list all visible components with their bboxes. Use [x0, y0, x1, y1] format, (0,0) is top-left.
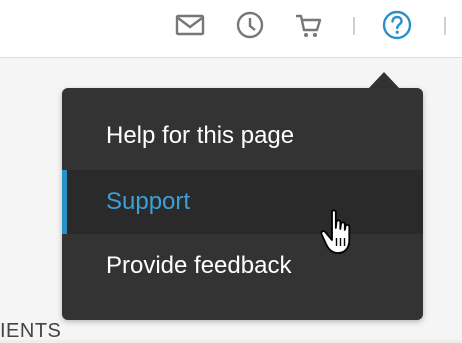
menu-item-label: Support — [106, 188, 191, 215]
menu-item-provide-feedback[interactable]: Provide feedback — [62, 234, 423, 298]
menu-item-support[interactable]: Support — [62, 170, 423, 234]
menu-pointer — [368, 72, 400, 89]
menu-item-label: Provide feedback — [106, 252, 292, 279]
mail-icon[interactable] — [173, 8, 207, 42]
menu-item-label: Help for this page — [106, 122, 295, 149]
clock-icon[interactable] — [233, 8, 267, 42]
hand-cursor-icon — [318, 208, 362, 260]
help-icon[interactable] — [380, 8, 414, 42]
help-dropdown-menu: Help for this page Support Provide feedb… — [62, 88, 423, 320]
toolbar-separator — [444, 17, 446, 35]
cart-icon[interactable] — [291, 8, 325, 42]
toolbar-separator — [353, 17, 355, 35]
top-toolbar — [0, 0, 462, 58]
menu-item-help-for-this-page[interactable]: Help for this page — [62, 104, 423, 168]
